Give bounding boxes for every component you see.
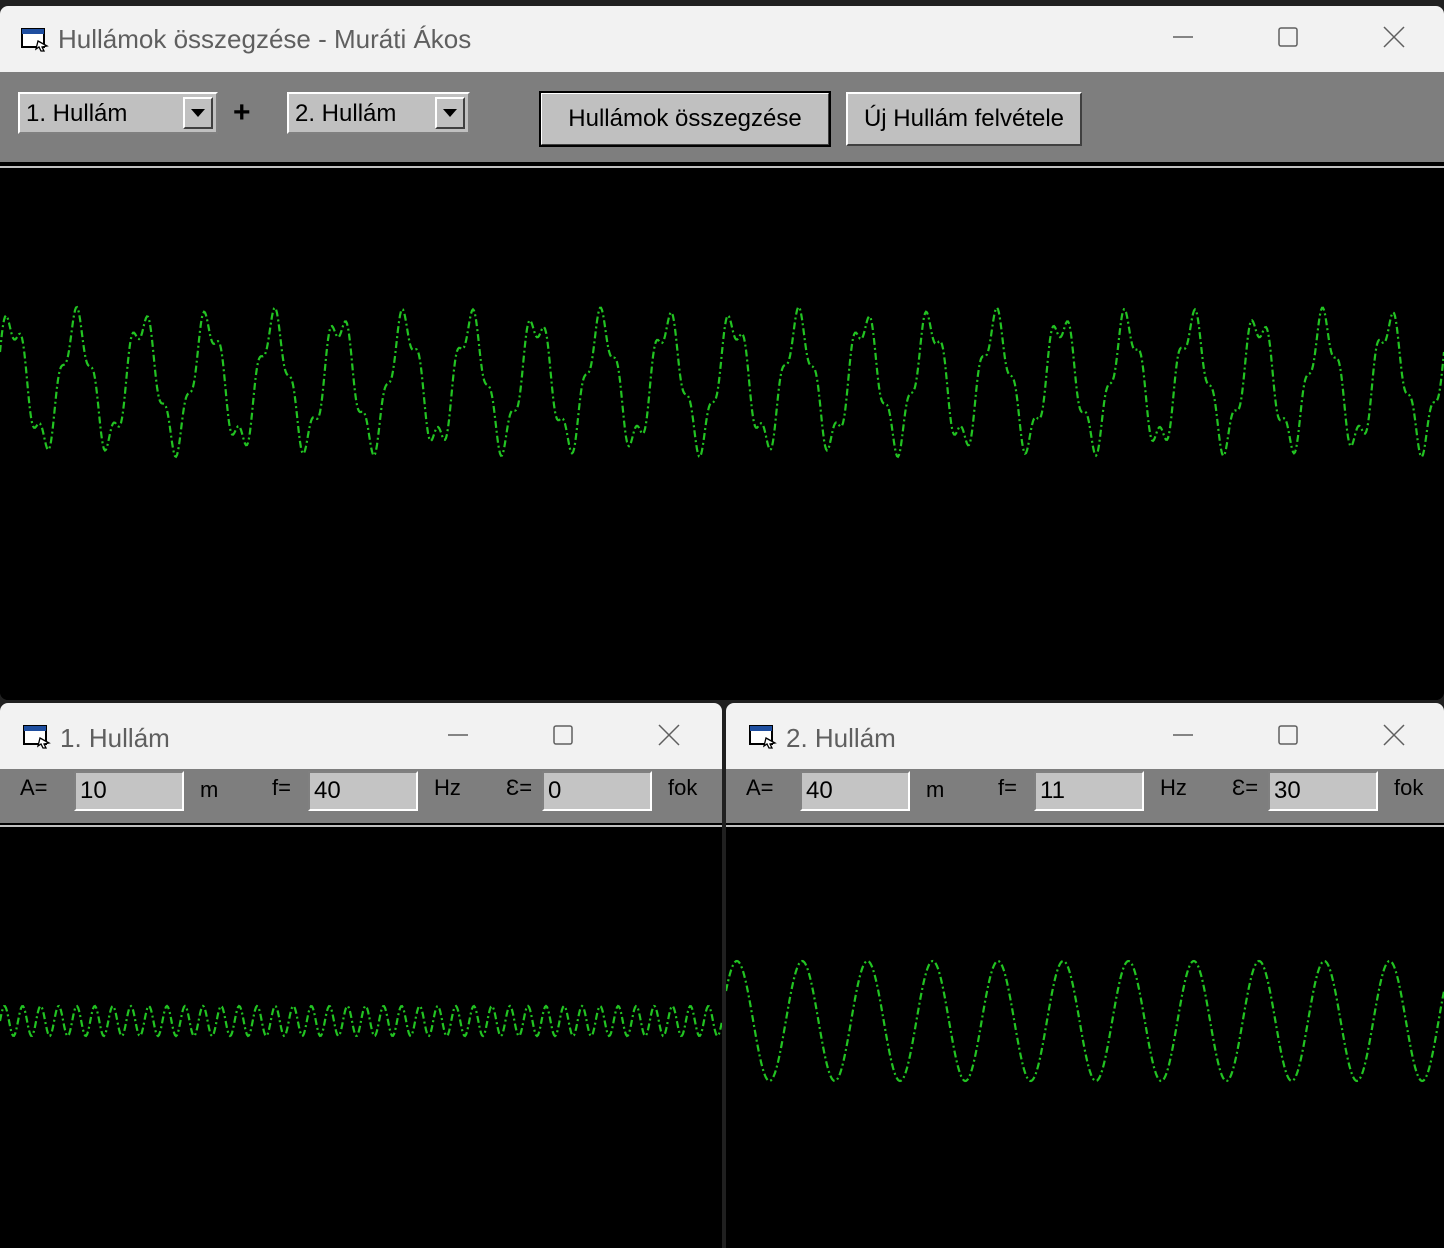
wave-a-dropdown-button[interactable] <box>183 97 213 129</box>
sum-waves-button[interactable]: Hullámok összegzése <box>539 91 831 147</box>
maximize-button[interactable] <box>533 713 593 757</box>
wave-2-titlebar[interactable]: 2. Hullám <box>726 703 1444 769</box>
sum-plot <box>0 166 1444 700</box>
frequency-label: f= <box>272 775 291 800</box>
wave-1-title: 1. Hullám <box>60 723 170 753</box>
maximize-icon <box>1278 27 1298 47</box>
window-app-icon <box>22 723 52 754</box>
frequency-input[interactable] <box>1034 771 1144 811</box>
amplitude-unit: m <box>200 777 219 802</box>
chevron-down-icon <box>191 109 205 117</box>
wave-1-plot <box>0 825 722 1248</box>
wave-2-line <box>726 959 1444 1083</box>
phase-unit: fok <box>668 775 698 800</box>
wave-2-title: 2. Hullám <box>786 723 896 753</box>
main-toolbar: 1. Hullám + 2. Hullám Hullámok összegzés… <box>0 72 1444 162</box>
wave-a-select[interactable]: 1. Hullám <box>18 92 218 134</box>
plus-sign: + <box>233 96 251 129</box>
phase-input[interactable] <box>1268 771 1378 811</box>
close-icon <box>658 724 680 746</box>
minimize-button[interactable] <box>1153 713 1213 757</box>
wave-1-titlebar[interactable]: 1. Hullám <box>0 703 722 769</box>
minimize-icon <box>1173 734 1193 736</box>
wave-window-2: 2. Hullám A= m f= Hz Ɛ= fok <box>726 703 1444 1248</box>
maximize-icon <box>1278 725 1298 745</box>
phase-unit: fok <box>1394 775 1424 800</box>
amplitude-label: A= <box>20 775 48 800</box>
wave-window-1: 1. Hullám A= m f= Hz Ɛ= fok <box>0 703 722 1248</box>
frequency-unit: Hz <box>1160 775 1187 800</box>
frequency-unit: Hz <box>434 775 461 800</box>
add-wave-button[interactable]: Új Hullám felvétele <box>846 92 1082 146</box>
phase-label: Ɛ= <box>506 775 533 800</box>
phase-input[interactable] <box>542 771 652 811</box>
main-titlebar[interactable]: Hullámok összegzése - Muráti Ákos <box>0 6 1444 72</box>
close-button[interactable] <box>639 713 699 757</box>
wave-a-value: 1. Hullám <box>26 100 128 127</box>
window-app-icon <box>748 723 778 754</box>
minimize-button[interactable] <box>428 713 488 757</box>
wave-1-params: A= m f= Hz Ɛ= fok <box>0 769 722 823</box>
amplitude-label: A= <box>746 775 774 800</box>
maximize-button[interactable] <box>1258 713 1318 757</box>
wave-1-canvas <box>0 1004 722 1038</box>
window-title: Hullámok összegzése - Muráti Ákos <box>58 24 472 54</box>
sum-wave-line <box>0 305 1444 459</box>
wave-2-plot <box>726 825 1444 1248</box>
minimize-icon <box>448 734 468 736</box>
wave-b-dropdown-button[interactable] <box>435 97 465 129</box>
maximize-icon <box>553 725 573 745</box>
sum-wave-canvas <box>0 305 1444 459</box>
amplitude-input[interactable] <box>74 771 184 811</box>
phase-label: Ɛ= <box>1232 775 1259 800</box>
close-icon <box>1383 724 1405 746</box>
close-button[interactable] <box>1364 15 1424 59</box>
chevron-down-icon <box>443 109 457 117</box>
maximize-button[interactable] <box>1258 15 1318 59</box>
minimize-button[interactable] <box>1153 15 1213 59</box>
minimize-icon <box>1173 36 1193 38</box>
wave-1-line <box>0 1004 722 1038</box>
close-icon <box>1383 26 1405 48</box>
frequency-label: f= <box>998 775 1017 800</box>
amplitude-unit: m <box>926 777 945 802</box>
wave-b-select[interactable]: 2. Hullám <box>287 92 470 134</box>
frequency-input[interactable] <box>308 771 418 811</box>
wave-2-params: A= m f= Hz Ɛ= fok <box>726 769 1444 823</box>
close-button[interactable] <box>1364 713 1424 757</box>
window-app-icon <box>20 26 50 57</box>
main-window: Hullámok összegzése - Muráti Ákos 1. Hul… <box>0 6 1444 700</box>
amplitude-input[interactable] <box>800 771 910 811</box>
wave-b-value: 2. Hullám <box>295 100 397 127</box>
wave-2-canvas <box>726 959 1444 1083</box>
